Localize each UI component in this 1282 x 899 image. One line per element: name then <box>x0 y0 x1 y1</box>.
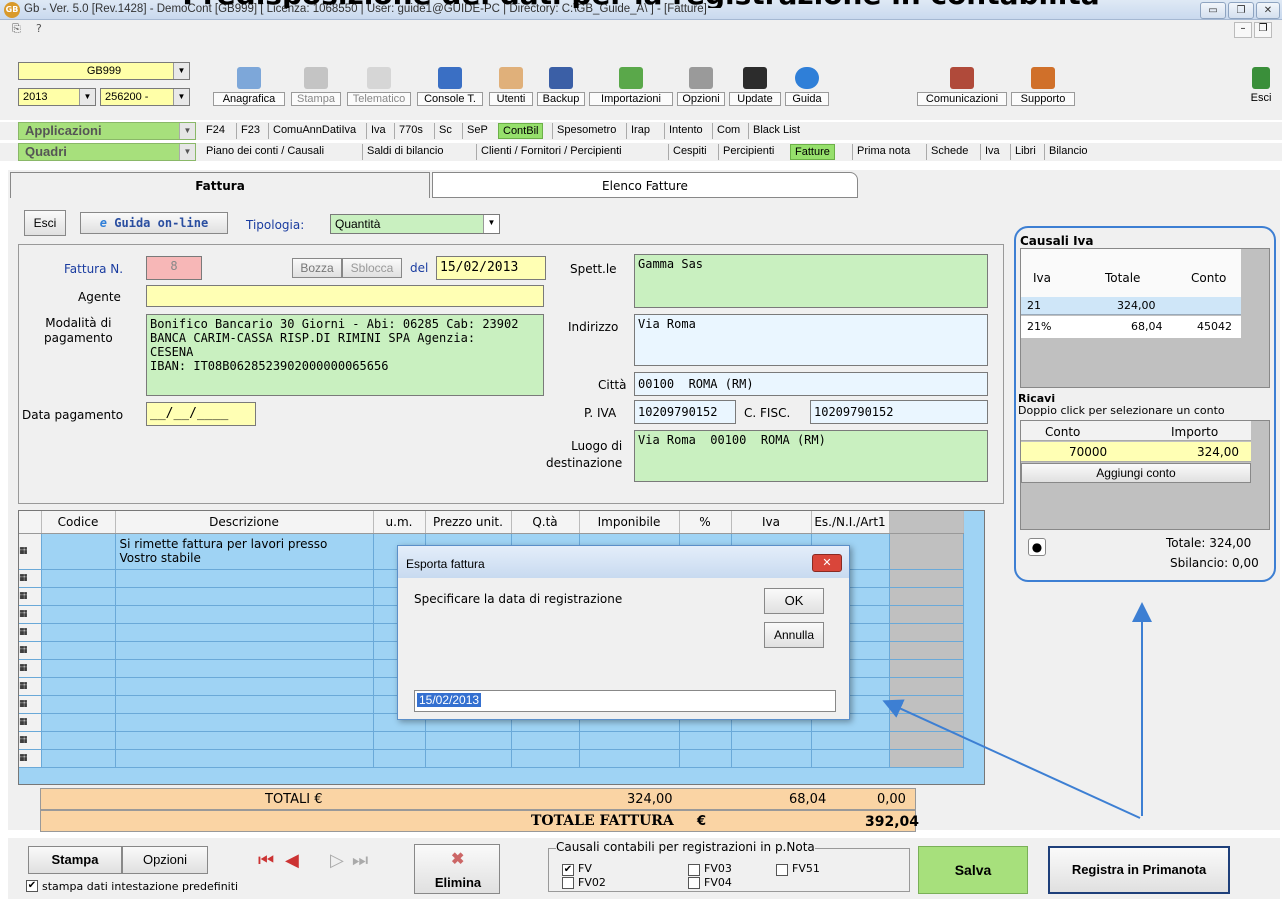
next-record-icon[interactable]: ▷ <box>330 850 344 871</box>
last-record-icon[interactable]: ⏭ <box>352 850 368 871</box>
opzioni-button[interactable]: Opzioni <box>122 846 208 874</box>
fv04-checkbox[interactable] <box>688 877 700 889</box>
fv03-checkbox[interactable] <box>688 864 700 876</box>
fv03-label: FV03 <box>704 862 732 875</box>
fv-label: FV <box>578 862 592 875</box>
previous-record-icon[interactable]: ◀ <box>285 850 299 871</box>
fv02-label: FV02 <box>578 876 606 889</box>
fv-checkbox[interactable]: ✔ <box>562 864 574 876</box>
elimina-button[interactable]: ✖ Elimina <box>414 844 500 894</box>
first-record-icon[interactable]: ⏮ <box>258 850 274 871</box>
fv51-label: FV51 <box>792 862 820 875</box>
stampa-check-label: stampa dati intestazione predefiniti <box>42 880 239 893</box>
fv02-checkbox[interactable] <box>562 877 574 889</box>
fv04-label: FV04 <box>704 876 732 889</box>
fv51-checkbox[interactable] <box>776 864 788 876</box>
causali-contabili-title: Causali contabili per registrazioni in p… <box>556 840 815 854</box>
stampa-button[interactable]: Stampa <box>28 846 122 874</box>
stampa-check-icon[interactable]: ✔ <box>26 880 38 892</box>
registra-primanota-button[interactable]: Registra in Primanota <box>1048 846 1230 894</box>
arrow-left-line <box>882 699 1141 819</box>
delete-icon: ✖ <box>451 851 465 868</box>
annotation-arrows <box>882 602 1152 819</box>
salva-button[interactable]: Salva <box>918 846 1028 894</box>
elimina-label: Elimina <box>434 875 482 890</box>
